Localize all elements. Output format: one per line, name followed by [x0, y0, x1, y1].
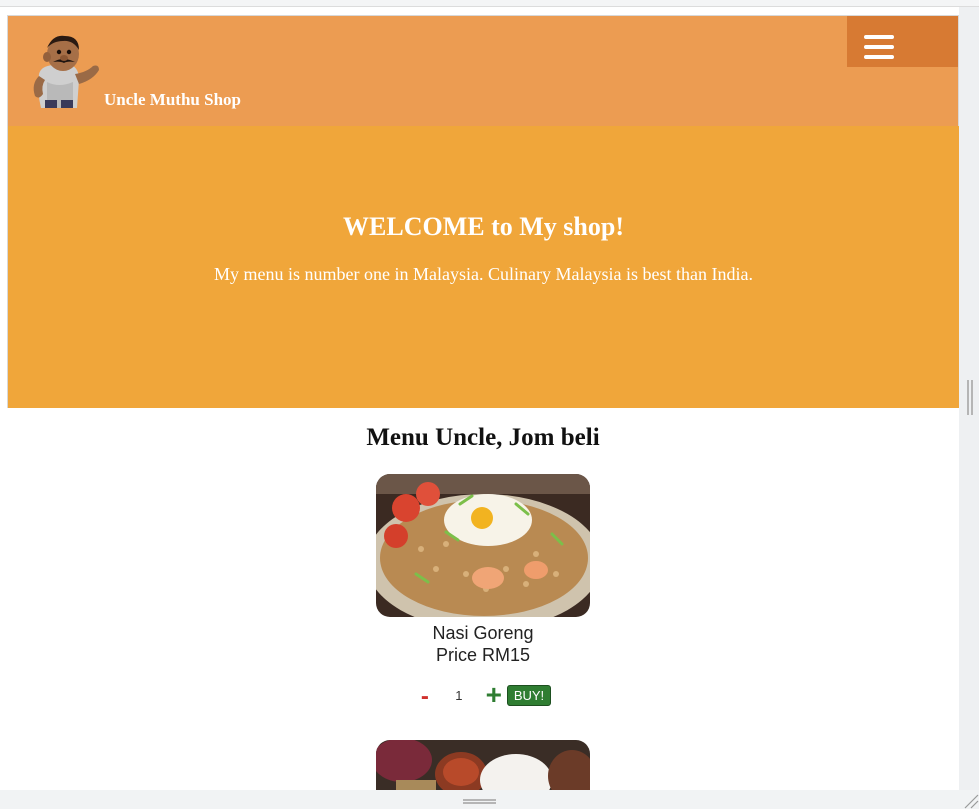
hamburger-menu-icon-bar [864, 45, 894, 49]
corner-resize-icon[interactable] [963, 793, 979, 809]
nasi-lemak-photo [376, 740, 590, 790]
menu-item-price: Price RM15 [435, 645, 531, 665]
hamburger-menu-button[interactable] [847, 16, 958, 67]
uncle-muthu-mascot-icon[interactable] [27, 30, 102, 108]
page-viewport: Uncle Muthu Shop WELCOME to My shop! My … [0, 7, 959, 790]
welcome-banner: WELCOME to My shop! My menu is number on… [7, 126, 959, 408]
quantity-value[interactable]: 1 [441, 688, 477, 703]
bottom-panel-bar [0, 790, 979, 809]
browser-top-edge [0, 0, 979, 7]
decrease-quantity-button[interactable]: - [415, 683, 435, 711]
page-content: Uncle Muthu Shop WELCOME to My shop! My … [7, 15, 959, 790]
welcome-title: WELCOME to My shop! [343, 212, 624, 241]
shop-name[interactable]: Uncle Muthu Shop [104, 90, 241, 110]
vertical-resize-handle[interactable] [967, 380, 973, 415]
quantity-stepper: - 1 + BUY! [376, 681, 590, 710]
buy-button[interactable]: BUY! [506, 684, 552, 706]
hamburger-menu-icon [864, 35, 894, 39]
menu-section-title: Menu Uncle, Jom beli [366, 424, 600, 451]
hamburger-menu-icon-bar [864, 55, 894, 59]
fried-rice-photo [376, 474, 590, 617]
site-header: Uncle Muthu Shop [7, 15, 959, 126]
horizontal-resize-handle[interactable] [463, 799, 496, 804]
welcome-subtitle: My menu is number one in Malaysia. Culin… [214, 264, 753, 284]
menu-item-name: Nasi Goreng [432, 623, 534, 643]
increase-quantity-button[interactable]: + [483, 681, 505, 709]
menu-item-card: Nasi Goreng Price RM15 - 1 + BUY! [376, 474, 590, 710]
